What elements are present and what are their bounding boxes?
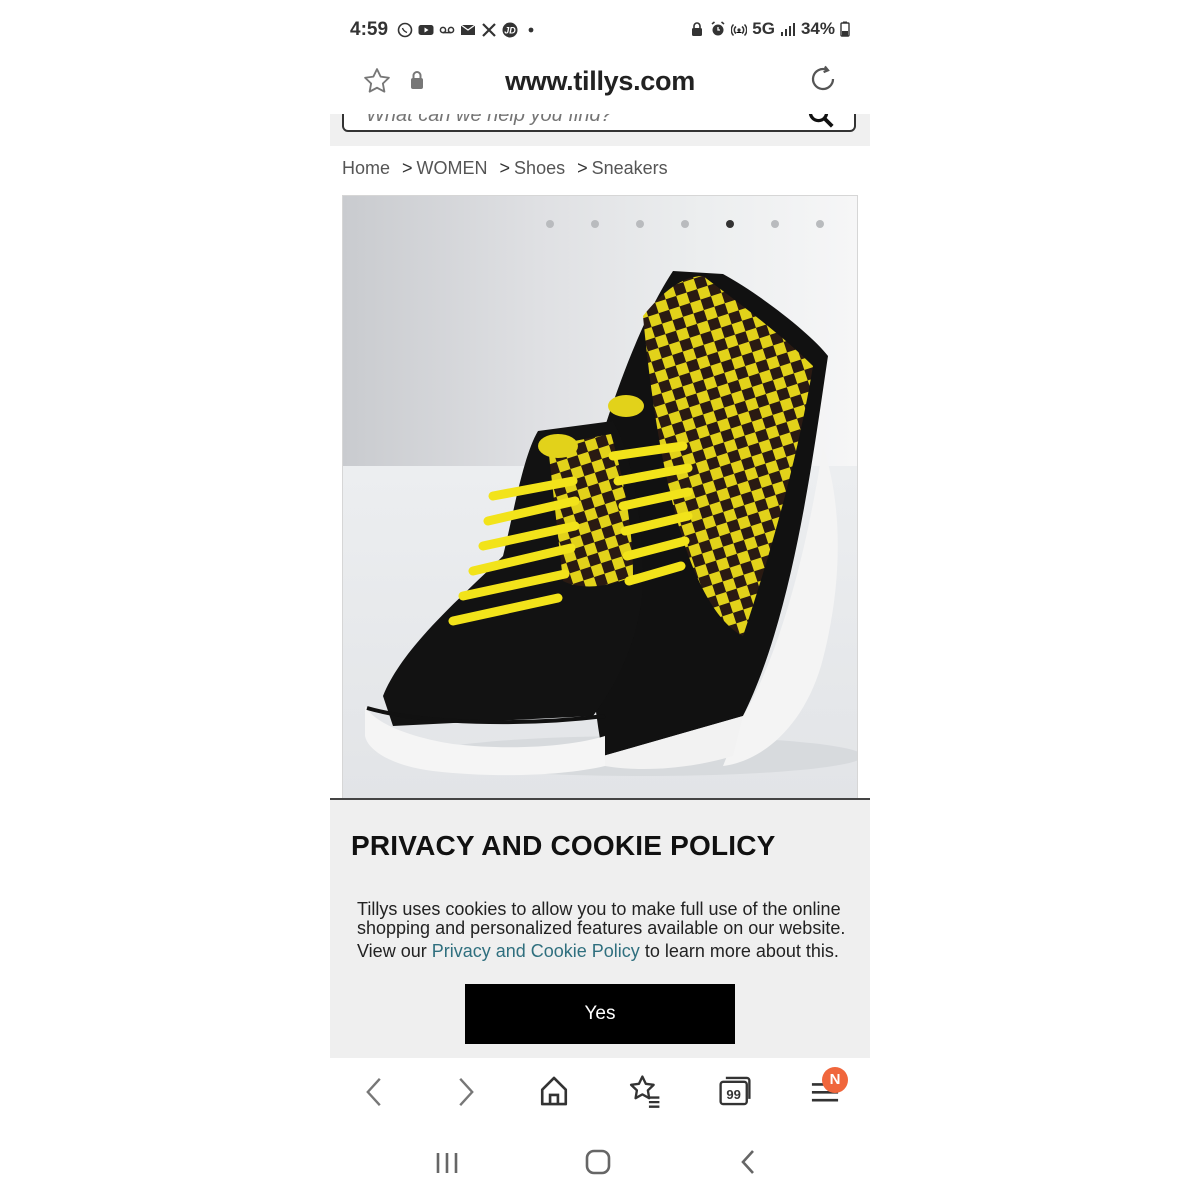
- search-strip: [330, 114, 870, 146]
- status-bar: 4:59 JD 5G 34%: [330, 14, 870, 48]
- svg-text:99: 99: [726, 1087, 741, 1102]
- breadcrumb-home[interactable]: Home: [342, 158, 390, 179]
- mail-icon: [460, 24, 476, 35]
- carousel-dot[interactable]: [771, 220, 779, 228]
- carousel-dot[interactable]: [726, 220, 734, 228]
- cookie-title: PRIVACY AND COOKIE POLICY: [351, 830, 776, 861]
- svg-text:JD: JD: [504, 26, 516, 36]
- reload-icon[interactable]: [808, 64, 838, 94]
- status-right: 5G 34%: [689, 19, 850, 39]
- product-image-carousel[interactable]: [342, 195, 858, 799]
- voicemail-icon: [439, 26, 455, 34]
- menu-notification-badge: N: [822, 1067, 848, 1093]
- phone-screen: 4:59 JD 5G 34% www.tillys.com What can w…: [330, 0, 870, 1200]
- cookie-consent-modal: PRIVACY AND COOKIE POLICY Tillys uses co…: [330, 798, 870, 1058]
- address-bar[interactable]: www.tillys.com: [330, 56, 870, 108]
- jd-icon: JD: [502, 22, 518, 38]
- carousel-dot[interactable]: [816, 220, 824, 228]
- search-box[interactable]: [342, 114, 856, 132]
- breadcrumb-shoes[interactable]: Shoes: [514, 158, 565, 179]
- carousel-dot[interactable]: [636, 220, 644, 228]
- breadcrumb-separator: >: [499, 158, 511, 178]
- breadcrumb-women[interactable]: WOMEN: [417, 158, 488, 179]
- carousel-dot[interactable]: [681, 220, 689, 228]
- browser-toolbar: 99: [330, 1064, 870, 1120]
- search-icon[interactable]: [806, 114, 836, 130]
- breadcrumb: Home > WOMEN > Shoes > Sneakers: [342, 158, 668, 179]
- hotspot-icon: [731, 23, 748, 37]
- home-button-icon[interactable]: [584, 1148, 612, 1176]
- notification-icons: JD: [397, 22, 539, 38]
- status-time: 4:59: [350, 19, 389, 40]
- home-icon[interactable]: [538, 1074, 570, 1108]
- youtube-icon: [418, 25, 434, 35]
- alarm-icon: [711, 21, 725, 36]
- url-text[interactable]: www.tillys.com: [330, 66, 870, 97]
- back-arrow-icon[interactable]: [360, 1074, 390, 1110]
- tabs-icon[interactable]: 99: [718, 1074, 752, 1108]
- cookie-link-line: View our Privacy and Cookie Policy to le…: [357, 942, 857, 961]
- cookie-message: Tillys uses cookies to allow you to make…: [357, 900, 857, 961]
- recent-apps-icon[interactable]: [433, 1150, 461, 1176]
- more-dot-icon: [528, 27, 534, 33]
- battery-icon: [840, 21, 850, 37]
- search-input[interactable]: [366, 114, 786, 127]
- cookie-text-after-link: to learn more about this.: [639, 941, 839, 961]
- forward-arrow-icon[interactable]: [450, 1074, 480, 1110]
- cookie-text: Tillys uses cookies to allow you to make…: [357, 899, 846, 938]
- carousel-dot[interactable]: [591, 220, 599, 228]
- back-button-icon[interactable]: [736, 1148, 760, 1176]
- breadcrumb-separator: >: [577, 158, 588, 178]
- carousel-dots: [546, 220, 824, 228]
- vpn-lock-icon: [692, 22, 703, 36]
- breadcrumb-separator: >: [402, 158, 413, 178]
- privacy-policy-link[interactable]: Privacy and Cookie Policy: [432, 941, 640, 961]
- signal-icon: [780, 23, 795, 36]
- sneaker-image: [365, 271, 857, 776]
- x-icon: [482, 23, 496, 37]
- accept-cookies-button[interactable]: Yes: [465, 984, 735, 1044]
- carousel-dot[interactable]: [546, 220, 554, 228]
- whatsapp-icon: [397, 22, 413, 38]
- cookie-text-before-link: View our: [357, 941, 432, 961]
- breadcrumb-sneakers[interactable]: Sneakers: [592, 158, 668, 179]
- bookmarks-icon[interactable]: [628, 1074, 662, 1108]
- battery-percent: 34%: [800, 19, 835, 38]
- system-nav-bar: [330, 1140, 870, 1186]
- network-type: 5G: [752, 19, 775, 38]
